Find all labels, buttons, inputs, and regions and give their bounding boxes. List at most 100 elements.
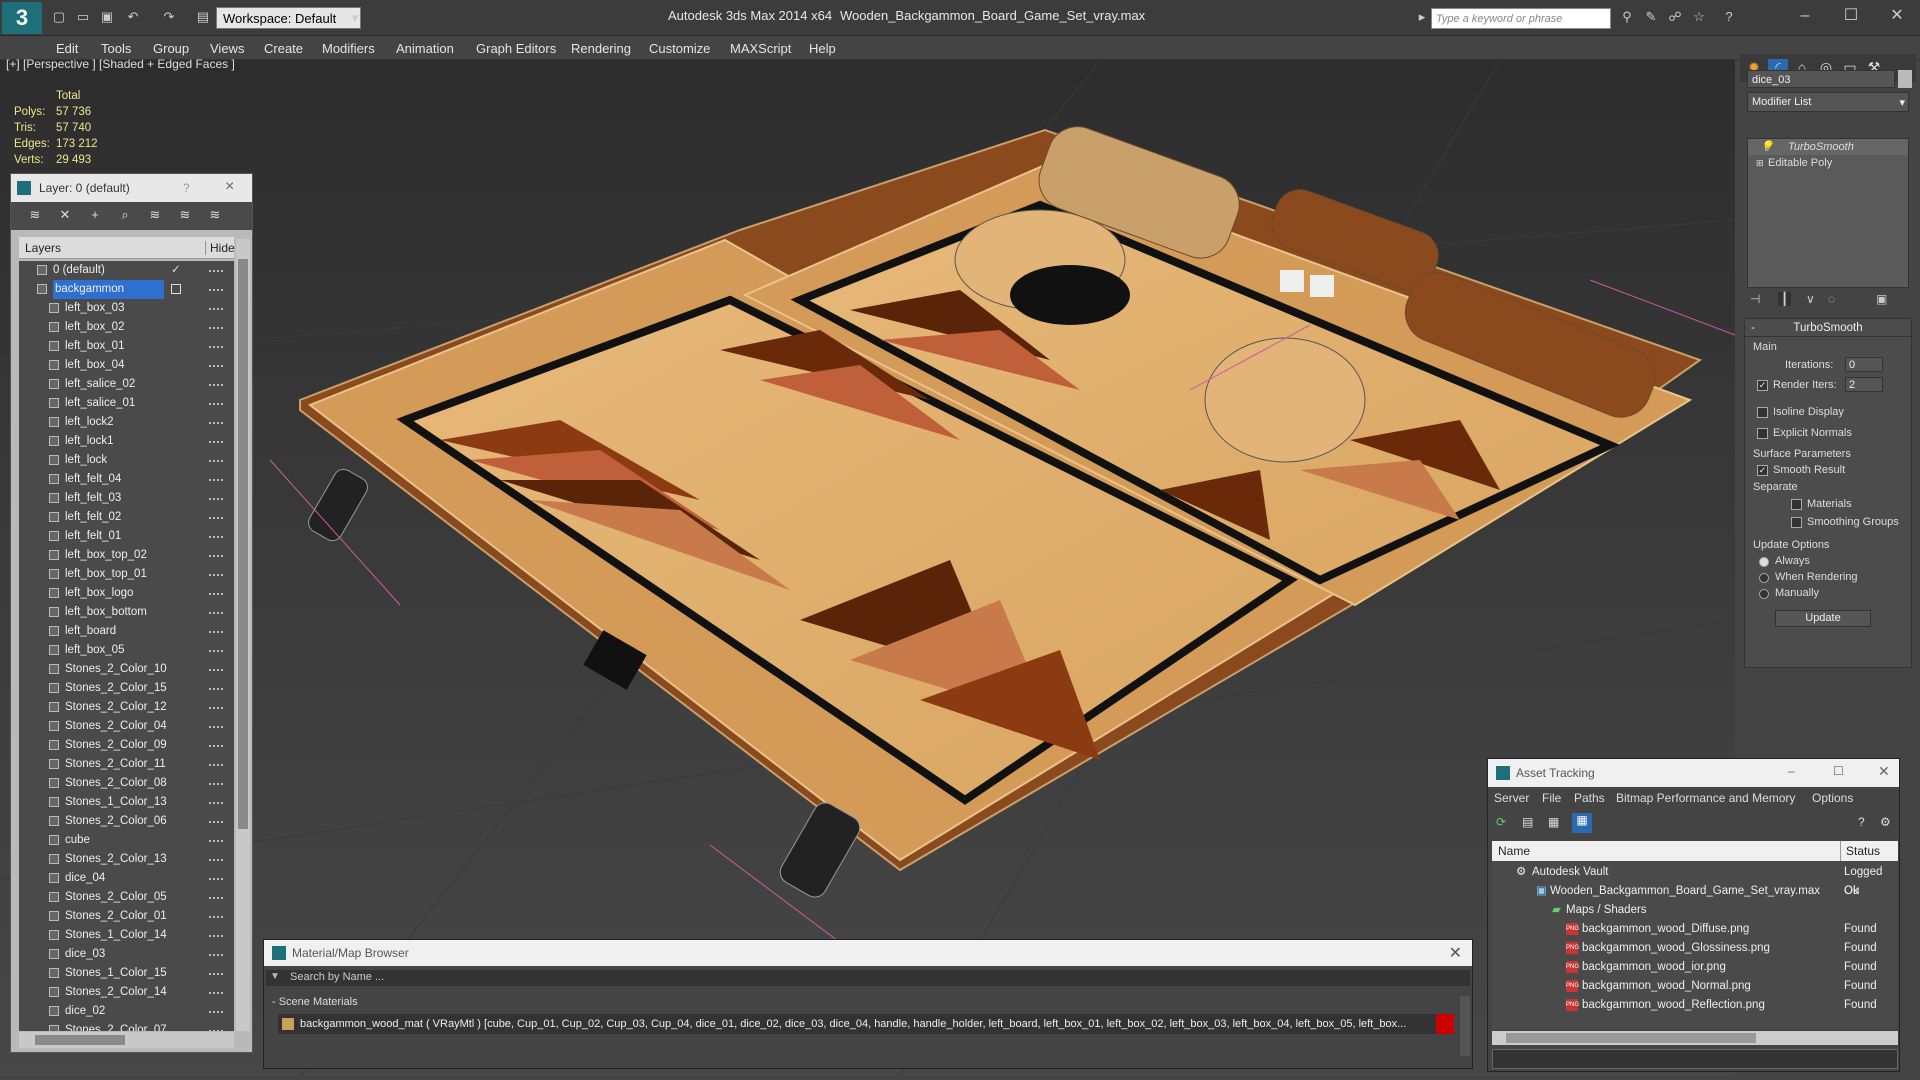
open-file-icon[interactable]: ▭ bbox=[74, 8, 92, 26]
layer-row[interactable]: left_board bbox=[19, 622, 234, 641]
update-button[interactable]: Update bbox=[1775, 610, 1871, 627]
delete-layer-icon[interactable]: ✕ bbox=[55, 207, 75, 225]
hide-toggle-icon[interactable] bbox=[209, 270, 223, 272]
close-icon[interactable]: ✕ bbox=[1882, 4, 1912, 28]
layer-row[interactable]: left_box_top_01 bbox=[19, 565, 234, 584]
layer-row[interactable]: left_lock bbox=[19, 451, 234, 470]
smooth-result-checkbox[interactable]: ✓ bbox=[1757, 465, 1768, 476]
chevron-down-icon[interactable]: ▾ bbox=[346, 9, 364, 27]
material-browser-titlebar[interactable]: Material/Map Browser ✕ bbox=[264, 940, 1472, 966]
layer-row[interactable]: Stones_2_Color_09 bbox=[19, 736, 234, 755]
layer-row[interactable]: left_lock2 bbox=[19, 413, 234, 432]
layer-row[interactable]: left_box_01 bbox=[19, 337, 234, 356]
hide-toggle-icon[interactable] bbox=[209, 384, 223, 386]
hide-toggle-icon[interactable] bbox=[209, 859, 223, 861]
layer-row[interactable]: left_box_04 bbox=[19, 356, 234, 375]
add-to-layer-icon[interactable]: + bbox=[85, 207, 105, 225]
layer-row[interactable]: left_salice_02 bbox=[19, 375, 234, 394]
menu-tools[interactable]: Tools bbox=[101, 41, 131, 56]
layer-row[interactable]: Stones_2_Color_14 bbox=[19, 983, 234, 1002]
object-name-field[interactable]: dice_03 bbox=[1747, 70, 1895, 88]
hide-toggle-icon[interactable] bbox=[209, 802, 223, 804]
minimize-icon[interactable]: – bbox=[1788, 764, 1795, 778]
redo-icon[interactable]: ↷ bbox=[160, 8, 178, 26]
hide-toggle-icon[interactable] bbox=[209, 897, 223, 899]
column-layers[interactable]: Layers bbox=[25, 241, 61, 255]
asset-scrollbar-horizontal[interactable] bbox=[1492, 1031, 1898, 1045]
layer-row[interactable]: left_box_top_02 bbox=[19, 546, 234, 565]
rollout-header[interactable]: - TurboSmooth bbox=[1745, 319, 1911, 337]
subscription-icon[interactable]: ✎ bbox=[1642, 8, 1660, 26]
layer-row[interactable]: cube bbox=[19, 831, 234, 850]
isoline-checkbox[interactable] bbox=[1757, 407, 1768, 418]
active-layer-box-icon[interactable] bbox=[171, 284, 181, 294]
create-layer-icon[interactable]: ≋ bbox=[25, 207, 45, 225]
scroll-thumb[interactable] bbox=[238, 259, 248, 829]
close-icon[interactable]: × bbox=[225, 178, 234, 196]
hide-toggle-icon[interactable] bbox=[209, 1011, 223, 1013]
hide-toggle-icon[interactable] bbox=[209, 783, 223, 785]
layer-row[interactable]: Stones_2_Color_11 bbox=[19, 755, 234, 774]
asset-row-ior[interactable]: PNG backgammon_wood_ior.png Found bbox=[1492, 958, 1898, 977]
stack-item-turbosmooth[interactable]: 💡 TurboSmooth bbox=[1748, 139, 1908, 155]
hide-toggle-icon[interactable] bbox=[209, 745, 223, 747]
workspace-dropdown[interactable]: Workspace: Default bbox=[216, 7, 361, 29]
minimize-icon[interactable]: – bbox=[1790, 4, 1820, 28]
communication-icon[interactable]: ☍ bbox=[1666, 8, 1684, 26]
pin-stack-icon[interactable]: ⊣ bbox=[1750, 292, 1760, 306]
hide-all-icon[interactable]: ≋ bbox=[175, 207, 195, 225]
hide-toggle-icon[interactable] bbox=[209, 346, 223, 348]
hide-toggle-icon[interactable] bbox=[209, 593, 223, 595]
hide-toggle-icon[interactable] bbox=[209, 460, 223, 462]
layer-scrollbar-vertical[interactable] bbox=[236, 239, 250, 1031]
iterations-spinner[interactable]: 0 bbox=[1845, 357, 1883, 372]
menu-paths[interactable]: Paths bbox=[1574, 791, 1605, 805]
undo-icon[interactable]: ↶ bbox=[124, 8, 142, 26]
lightbulb-icon[interactable]: 💡 bbox=[1760, 139, 1774, 155]
hide-toggle-icon[interactable] bbox=[209, 612, 223, 614]
close-icon[interactable]: ✕ bbox=[1449, 943, 1462, 963]
column-name[interactable]: Name bbox=[1498, 844, 1530, 858]
asset-row-diffuse[interactable]: PNG backgammon_wood_Diffuse.png Found bbox=[1492, 920, 1898, 939]
layer-row[interactable]: Stones_2_Color_01 bbox=[19, 907, 234, 926]
layer-row[interactable]: left_felt_04 bbox=[19, 470, 234, 489]
hide-toggle-icon[interactable] bbox=[209, 992, 223, 994]
project-folder-icon[interactable]: ▤ bbox=[194, 8, 212, 26]
hide-toggle-icon[interactable] bbox=[209, 422, 223, 424]
layer-row[interactable]: backgammon bbox=[19, 280, 234, 299]
layer-row[interactable]: dice_02 bbox=[19, 1002, 234, 1021]
hide-toggle-icon[interactable] bbox=[209, 954, 223, 956]
favorites-star-icon[interactable]: ☆ bbox=[1690, 8, 1708, 26]
grid-view-icon[interactable]: ▦ bbox=[1572, 813, 1592, 833]
hide-toggle-icon[interactable] bbox=[209, 441, 223, 443]
layer-row[interactable]: left_box_02 bbox=[19, 318, 234, 337]
asset-tracking-titlebar[interactable]: Asset Tracking – ☐ ✕ bbox=[1488, 759, 1899, 787]
hide-toggle-icon[interactable] bbox=[209, 878, 223, 880]
hide-toggle-icon[interactable] bbox=[209, 631, 223, 633]
hide-toggle-icon[interactable] bbox=[209, 1030, 223, 1031]
layer-row[interactable]: left_box_05 bbox=[19, 641, 234, 660]
hide-toggle-icon[interactable] bbox=[209, 840, 223, 842]
menu-customize[interactable]: Customize bbox=[649, 41, 710, 56]
new-file-icon[interactable]: ▢ bbox=[50, 8, 68, 26]
hide-toggle-icon[interactable] bbox=[209, 498, 223, 500]
table-view-icon[interactable]: ▦ bbox=[1548, 815, 1559, 829]
active-layer-check-icon[interactable]: ✓ bbox=[171, 261, 181, 280]
hide-toggle-icon[interactable] bbox=[209, 365, 223, 367]
layer-row[interactable]: left_felt_02 bbox=[19, 508, 234, 527]
hide-toggle-icon[interactable] bbox=[209, 821, 223, 823]
layer-row[interactable]: 0 (default) ✓ bbox=[19, 261, 234, 280]
remove-modifier-icon[interactable]: ◌ bbox=[1828, 292, 1835, 306]
maximize-icon[interactable]: ☐ bbox=[1833, 764, 1844, 778]
viewport-label[interactable]: [+] [Perspective ] [Shaded + Edged Faces… bbox=[6, 57, 235, 71]
column-hide[interactable]: Hide bbox=[205, 241, 235, 255]
layer-row[interactable]: Stones_1_Color_13 bbox=[19, 793, 234, 812]
hide-toggle-icon[interactable] bbox=[209, 327, 223, 329]
asset-row-vault[interactable]: ⚙ Autodesk Vault Logged Ou bbox=[1492, 863, 1898, 897]
material-search-bar[interactable]: ▼ Search by Name ... bbox=[266, 970, 1470, 986]
asset-row-max-file[interactable]: ▣ Wooden_Backgammon_Board_Game_Set_vray.m… bbox=[1492, 882, 1898, 901]
layer-row[interactable]: left_felt_01 bbox=[19, 527, 234, 546]
menu-views[interactable]: Views bbox=[210, 41, 244, 56]
layer-row[interactable]: Stones_2_Color_04 bbox=[19, 717, 234, 736]
perspective-viewport[interactable] bbox=[0, 60, 1735, 1076]
